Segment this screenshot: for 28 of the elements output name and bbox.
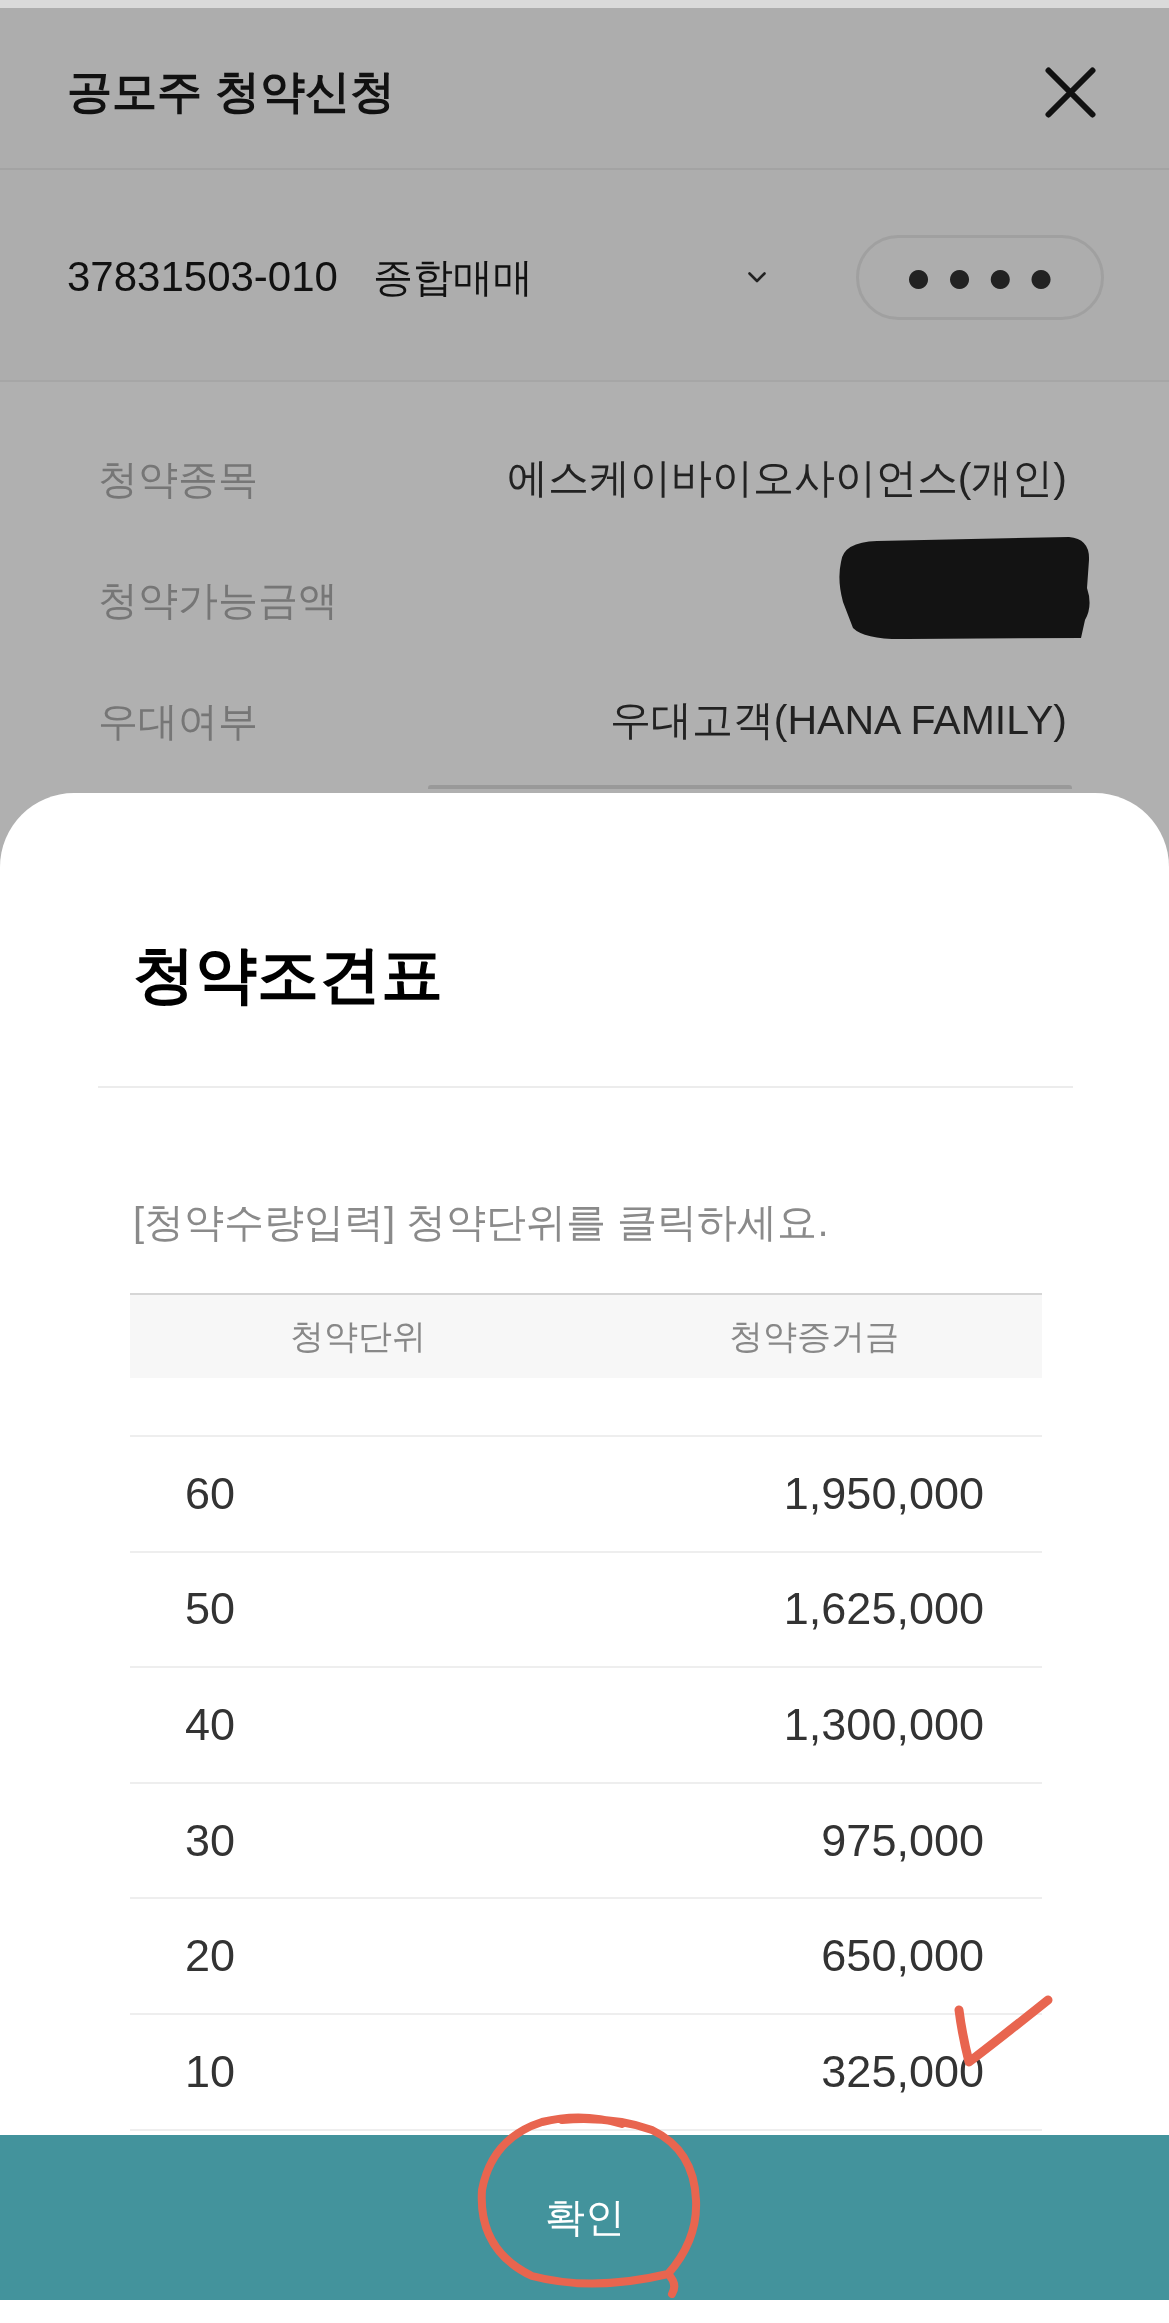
table-cell[interactable]: 20	[185, 1929, 236, 1984]
table-cell: 1,625,000	[783, 1582, 984, 1637]
account-type: 종합매매	[372, 254, 533, 301]
field-label: 청약종목	[98, 455, 258, 503]
column-header: 청약증거금	[729, 1316, 899, 1357]
field-value: 에스케이바이오사이언스(개인)	[506, 453, 1067, 503]
table-cell[interactable]: 50	[185, 1582, 236, 1637]
confirm-button[interactable]: 확인	[0, 2135, 1169, 2300]
table-cell[interactable]: 10	[185, 2044, 236, 2099]
account-number: 37831503-010	[67, 251, 338, 302]
table-cell: 650,000	[821, 1929, 984, 1984]
table-cell[interactable]: 60	[185, 1466, 236, 1521]
table-cell: 325,000	[821, 2044, 984, 2099]
instruction-text: [청약수량입력] 청약단위를 클릭하세요.	[133, 1199, 829, 1246]
close-icon[interactable]	[1045, 66, 1096, 118]
chevron-down-icon[interactable]	[748, 271, 766, 283]
column-header: 청약단위	[290, 1316, 426, 1357]
sheet-title: 청약조견표	[133, 939, 443, 1011]
table-cell: 975,000	[821, 1813, 984, 1868]
password-field[interactable]: ●●●●	[856, 234, 1104, 320]
field-label: 우대여부	[98, 697, 258, 745]
field-label: 청약가능금액	[98, 576, 338, 624]
page-title: 공모주 청약신청	[67, 65, 395, 119]
field-value: 우대고객(HANA FAMILY)	[609, 695, 1067, 745]
table-cell: 1,300,000	[783, 1698, 984, 1752]
table-cell[interactable]: 40	[185, 1698, 236, 1752]
table-cell: 1,950,000	[783, 1466, 984, 1521]
table-cell[interactable]: 30	[185, 1813, 236, 1868]
